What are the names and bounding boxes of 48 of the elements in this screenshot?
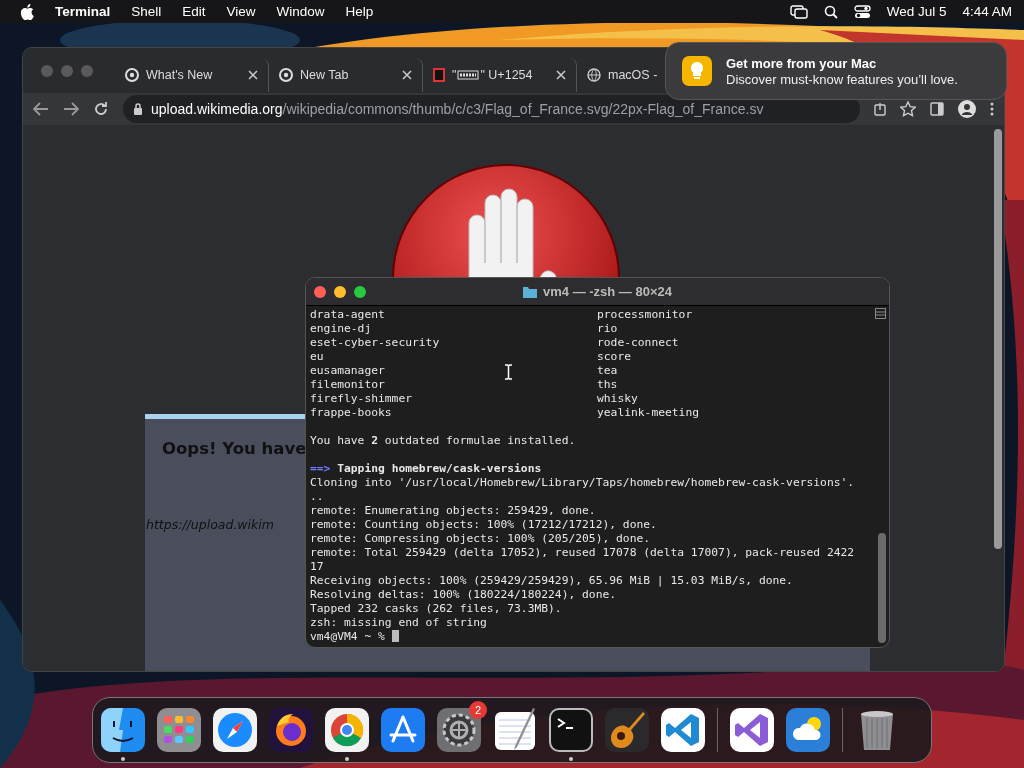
terminal-line: remote: Counting objects: 100% (17212/17212), done.	[310, 518, 657, 531]
terminal-line: rode-connect	[597, 336, 679, 349]
terminal-line: firefly-shimmer	[310, 392, 413, 405]
browser-tab[interactable]: " " U+1254	[423, 57, 577, 92]
terminal-line: frappe-books	[310, 406, 392, 419]
menu-time[interactable]: 4:44 AM	[962, 4, 1012, 19]
terminal-line: eset-cyber-security	[310, 336, 440, 349]
terminal-line: score	[597, 350, 631, 363]
menu-date[interactable]: Wed Jul 5	[886, 4, 947, 19]
terminal-line: remote: Compressing objects: 100% (205/205), done.	[310, 532, 651, 545]
terminal-line: Resolving deltas: 100% (180224/180224), done.	[310, 588, 617, 601]
terminal-line: zsh: missing end of string	[310, 616, 487, 629]
terminal-title-bar[interactable]: vm4 — -zsh — 80×24	[306, 278, 889, 306]
terminal-line: whisky	[597, 392, 638, 405]
terminal-line: Tapped 232 casks (262 files, 73.3MB).	[310, 602, 562, 615]
terminal-line: filemonitor	[310, 378, 385, 391]
terminal-line: remote: Enumerating objects: 259429, done.	[310, 504, 596, 517]
terminal-line: yealink-meeting	[597, 406, 700, 419]
terminal-line: ==> Tapping homebrew/cask-versions	[310, 462, 542, 475]
terminal-line: 17	[310, 560, 324, 573]
terminal-line: ..	[310, 490, 324, 503]
terminal-line: tea	[597, 364, 618, 377]
terminal-line: ths	[597, 378, 618, 391]
terminal-line: eu	[310, 350, 324, 363]
terminal-line: You have 2 outdated formulae installed.	[310, 434, 576, 447]
terminal-line: processmonitor	[597, 308, 693, 321]
error-heading: Oops! You have	[162, 439, 307, 458]
notification[interactable]: Get more from your Mac Discover must-know features you’ll love.	[665, 42, 1007, 100]
terminal-line: rio	[597, 322, 618, 335]
terminal-prompt: vm4@VM4 ~ %	[310, 630, 385, 643]
menu-item[interactable]: Help	[345, 4, 374, 19]
url-text: https://upload.wikim	[146, 517, 274, 532]
menu-item[interactable]: View	[226, 4, 256, 19]
menu-item[interactable]: Shell	[131, 4, 162, 19]
menu-app-name[interactable]: Terminal	[55, 4, 111, 19]
terminal-line: eusamanager	[310, 364, 385, 377]
browser-tab[interactable]: New Tab	[269, 57, 423, 92]
menu-item[interactable]: Edit	[182, 4, 206, 19]
terminal-line: engine-dj	[310, 322, 372, 335]
terminal-line: Cloning into '/usr/local/Homebrew/Library/Taps/homebrew/homebrew-cask-versions'.	[310, 476, 855, 489]
address-bar[interactable]: upload.wikimedia.org/wikipedia/commons/thumb/c/c3/Flag_of_France.svg/22px-Flag_of_France.sv	[123, 95, 860, 123]
browser-tab[interactable]: What's New	[115, 57, 269, 92]
terminal-line: drata-agent	[310, 308, 385, 321]
notification-badge: 2	[469, 701, 487, 719]
window-title: vm4 — -zsh — 80×24	[543, 284, 672, 299]
terminal-line: Receiving objects: 100% (259429/259429), 65.96 MiB | 15.03 MiB/s, done.	[310, 574, 793, 587]
menu-item[interactable]: Window	[276, 4, 325, 19]
terminal-line: remote: Total 259429 (delta 17052), reused 17078 (delta 17007), pack-reused 2422	[310, 546, 855, 559]
